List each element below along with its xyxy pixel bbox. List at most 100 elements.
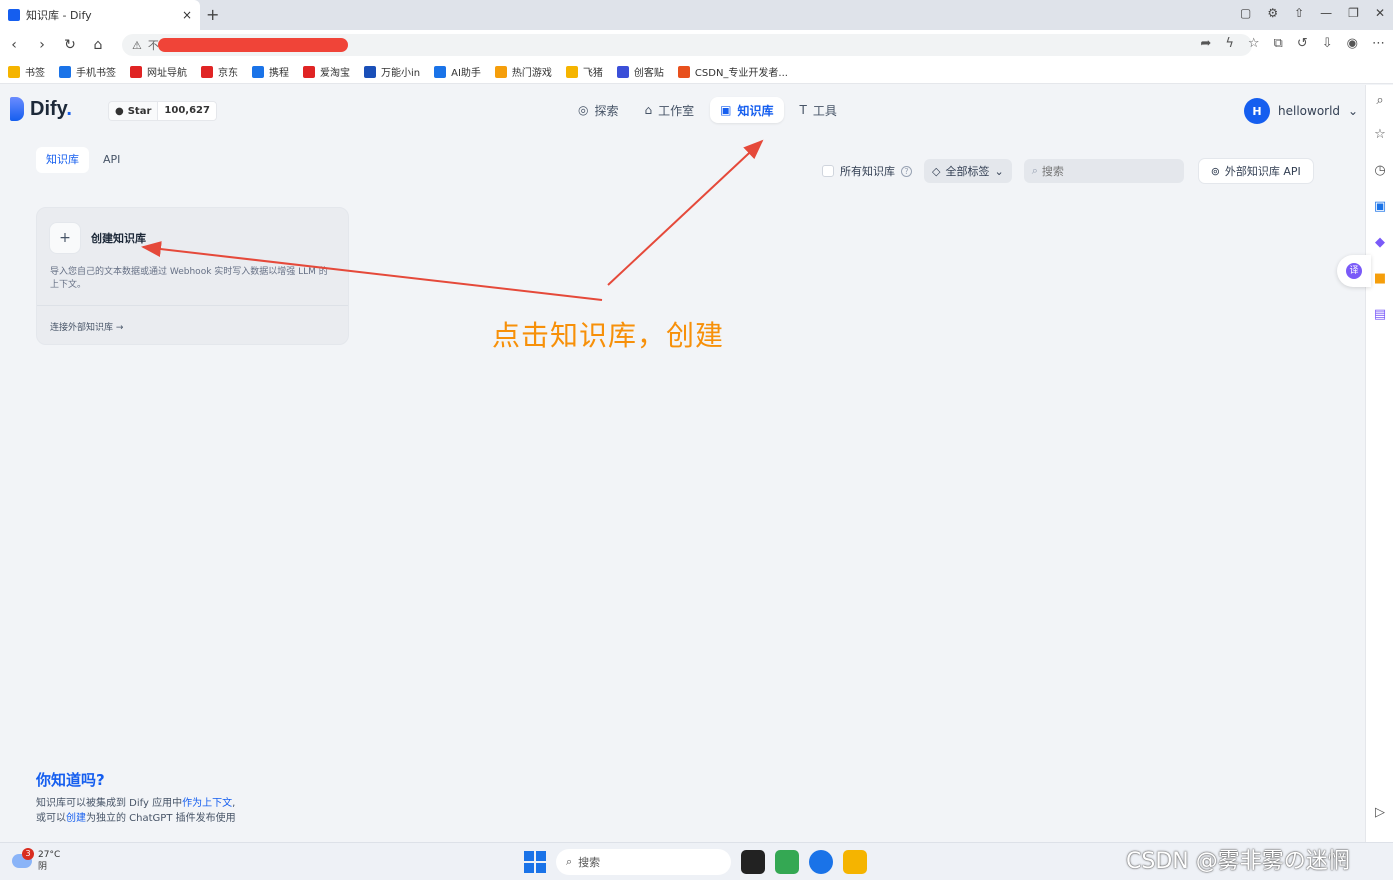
arrow-to-knowledge-tab [607, 139, 764, 286]
ai-icon[interactable]: ▣ [1372, 199, 1388, 215]
extensions-icon[interactable]: ⧉ [1274, 36, 1283, 51]
github-star-badge[interactable]: ● Star 100,627 [108, 101, 217, 121]
maximize-button[interactable]: ❐ [1348, 6, 1359, 20]
dify-logo[interactable]: Dify. [10, 97, 72, 121]
create-link[interactable]: 创建 [66, 813, 86, 824]
pin-icon[interactable]: ⇧ [1294, 6, 1304, 20]
new-tab-button[interactable]: + [206, 5, 219, 24]
terminal-app-icon[interactable] [775, 850, 799, 874]
tips-text: , [232, 798, 236, 809]
taskbar-apps: ⌕ 搜索 [524, 849, 867, 875]
bookmark-item[interactable]: 飞猪 [565, 64, 603, 79]
bookmark-item[interactable]: CSDN_专业开发者... [677, 64, 788, 79]
favorite-star-icon[interactable]: ☆ [1248, 36, 1260, 51]
help-icon[interactable]: ? [901, 165, 912, 177]
tips-line-2: 或可以创建为独立的 ChatGPT 插件发布使用 [36, 811, 236, 826]
download-icon[interactable]: ⇩ [1322, 36, 1333, 51]
more-menu-icon[interactable]: ⋯ [1372, 36, 1385, 51]
did-you-know-tips: 你知道吗? 知识库可以被集成到 Dify 应用中作为上下文, 或可以创建为独立的… [36, 769, 236, 826]
minimize-button[interactable]: — [1320, 6, 1332, 20]
bookmark-label: 万能小in [381, 68, 421, 79]
taskbar-search-label: 搜索 [578, 856, 601, 869]
translate-float-button[interactable]: 译 [1337, 255, 1371, 287]
book-icon: ▣ [720, 103, 732, 117]
weather-widget[interactable]: 3 27°C 阴 [12, 848, 60, 873]
as-context-link[interactable]: 作为上下文 [182, 798, 232, 809]
nav-item-1[interactable]: ⌂ 工作室 [635, 97, 705, 123]
create-knowledge-header[interactable]: + 创建知识库 [49, 222, 146, 254]
nav-item-3[interactable]: T 工具 [790, 97, 847, 123]
notification-badge: 3 [22, 848, 34, 860]
taskbar-search[interactable]: ⌕ 搜索 [556, 849, 731, 875]
main-nav: ◎ 探索 ⌂ 工作室 ▣ 知识库 T 工具 [568, 97, 847, 123]
share-icon[interactable]: ➦ [1200, 36, 1211, 51]
bookmark-label: 创客贴 [633, 68, 664, 79]
external-api-label: 外部知识库 API [1224, 165, 1301, 178]
forward-arrow-icon[interactable]: › [28, 37, 56, 53]
briefcase-icon[interactable]: ■ [1372, 271, 1388, 287]
bookmark-item[interactable]: 手机书签 [59, 64, 116, 79]
bookmark-item[interactable]: 京东 [201, 64, 238, 79]
search-input[interactable] [1041, 164, 1162, 178]
url-redaction [158, 38, 348, 52]
close-window-button[interactable]: ✕ [1375, 6, 1385, 20]
bookmark-item[interactable]: 万能小in [364, 64, 420, 79]
bookmark-item[interactable]: 创客贴 [616, 64, 664, 79]
dify-logo-text: Dify. [30, 97, 72, 120]
favorite-star-icon[interactable]: ☆ [1372, 127, 1388, 143]
subtab-0[interactable]: 知识库 [36, 147, 89, 173]
bookmark-item[interactable]: 网址导航 [130, 64, 187, 79]
user-menu[interactable]: H helloworld ⌄ [1244, 98, 1358, 124]
bookmark-label: 爱淘宝 [320, 68, 350, 79]
profile-avatar-icon[interactable]: ◉ [1347, 36, 1358, 51]
subtab-1[interactable]: API [93, 147, 130, 173]
tab-close-icon[interactable]: × [182, 8, 192, 22]
dataset-filters: 所有知识库 ? ◇ 全部标签 ⌄ ⌕ ⊚ 外部知识库 API [822, 158, 1314, 184]
search-icon: ⌕ [566, 855, 573, 868]
tips-text: 为独立的 ChatGPT 插件发布使用 [86, 813, 236, 824]
url-input[interactable]: ⚠ 不安全 [122, 34, 1252, 56]
nav-item-0[interactable]: ◎ 探索 [568, 97, 629, 123]
plus-icon[interactable]: + [49, 222, 81, 254]
cloud-icon: 3 [12, 848, 34, 868]
bookmark-item[interactable]: 书签 [8, 64, 45, 79]
task-view-icon[interactable] [741, 850, 765, 874]
tab-title: 知识库 - Dify [26, 9, 92, 22]
home-icon[interactable]: ⌂ [84, 37, 112, 53]
gamepad-icon[interactable]: ◆ [1372, 235, 1388, 251]
tag-filter-select[interactable]: ◇ 全部标签 ⌄ [924, 159, 1012, 183]
collapse-sidebar-icon[interactable]: ▷ [1372, 805, 1388, 821]
tab-search-icon[interactable]: ▢ [1240, 6, 1251, 20]
history-icon[interactable]: ↺ [1297, 36, 1308, 51]
search-box[interactable]: ⌕ [1023, 159, 1184, 183]
lightning-icon[interactable]: ϟ [1225, 36, 1234, 51]
chevron-down-icon: ⌄ [1348, 104, 1359, 118]
clock-icon[interactable]: ◷ [1372, 163, 1388, 179]
back-arrow-icon[interactable]: ‹ [0, 37, 28, 53]
translate-icon[interactable]: ▤ [1372, 307, 1388, 323]
bookmark-item[interactable]: 爱淘宝 [303, 64, 350, 79]
bookmark-label: 携程 [269, 68, 289, 79]
checkbox-box[interactable] [822, 165, 834, 177]
create-knowledge-title[interactable]: 创建知识库 [91, 230, 146, 246]
reload-icon[interactable]: ↻ [56, 37, 84, 53]
create-knowledge-card[interactable]: + 创建知识库 导入您自己的文本数据或通过 Webhook 实时写入数据以增强 … [36, 207, 349, 345]
nav-item-2[interactable]: ▣ 知识库 [710, 97, 784, 123]
edge-browser-icon[interactable] [809, 850, 833, 874]
external-knowledge-api-button[interactable]: ⊚ 外部知识库 API [1197, 158, 1314, 184]
bookmark-item[interactable]: 热门游戏 [494, 64, 552, 79]
all-knowledge-checkbox[interactable]: 所有知识库 ? [822, 163, 912, 179]
windows-start-icon[interactable] [524, 851, 546, 873]
bookmark-icon [8, 65, 20, 78]
annotation-arrows [141, 139, 764, 301]
address-bar-actions: ➦ ϟ ☆ ⧉ ↺ ⇩ ◉ ⋯ [1200, 36, 1385, 51]
bookmark-item[interactable]: AI助手 [434, 64, 481, 79]
extension-icon[interactable]: ⚙ [1267, 6, 1278, 20]
browser-tab-active[interactable]: 知识库 - Dify × [0, 0, 200, 30]
bookmark-label: 热门游戏 [511, 68, 552, 79]
search-icon[interactable]: ⌕ [1372, 93, 1388, 109]
bookmark-label: 网址导航 [147, 68, 187, 79]
file-explorer-icon[interactable] [843, 850, 867, 874]
bookmark-item[interactable]: 携程 [252, 64, 289, 79]
connect-external-knowledge-link[interactable]: 连接外部知识库 → [50, 320, 123, 333]
